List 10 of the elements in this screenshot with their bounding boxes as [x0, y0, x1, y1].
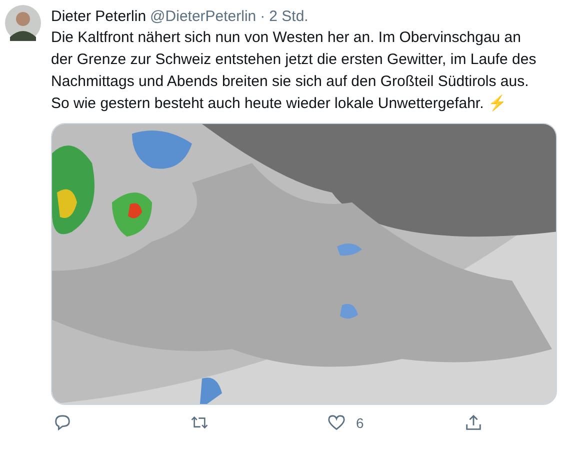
- separator: ·: [260, 8, 266, 24]
- author-name[interactable]: Dieter Peterlin: [51, 8, 146, 24]
- like-count: 6: [356, 414, 364, 430]
- share-icon[interactable]: [464, 413, 483, 432]
- author-handle[interactable]: @DieterPeterlin: [150, 8, 256, 24]
- tweet-text: Die Kaltfront nähert sich nun von Westen her an. Im Obervinschgau an der Grenze zur Schweiz entstehen jetzt die ersten Gewitter, im Laufe des Nachmittags und Abends breiten sie sich auf den Großteil Südtirols aus. So wie gestern besteht auch heute wieder lokale Unwettergefahr. ⚡: [51, 28, 538, 114]
- reply-icon[interactable]: [53, 413, 72, 432]
- timestamp[interactable]: 2 Std.: [269, 8, 308, 24]
- like-icon[interactable]: [327, 413, 346, 432]
- avatar[interactable]: [5, 5, 41, 41]
